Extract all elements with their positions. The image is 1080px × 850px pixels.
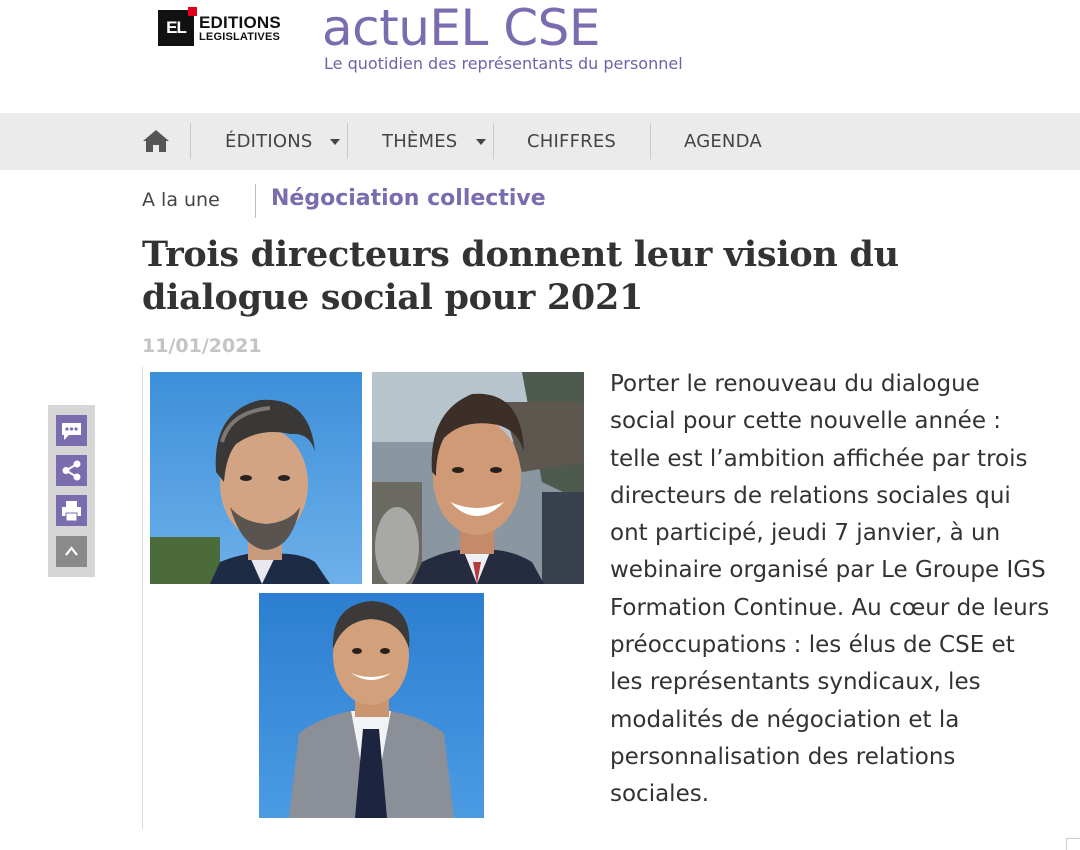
content-rule xyxy=(142,367,143,829)
portrait-photo-2 xyxy=(372,372,584,584)
nav-divider xyxy=(190,123,191,159)
scroll-top-icon[interactable] xyxy=(56,536,87,567)
main-nav: ÉDITIONS THÈMES CHIFFRES AGENDA xyxy=(0,113,1080,170)
portrait-photo-3 xyxy=(259,593,484,818)
nav-divider xyxy=(493,123,494,159)
logo-mark: EL xyxy=(158,7,197,46)
nav-item-agenda[interactable]: AGENDA xyxy=(684,113,762,170)
nav-item-editions[interactable]: ÉDITIONS xyxy=(225,113,313,170)
portrait-photo-1 xyxy=(150,372,362,584)
breadcrumb-category[interactable]: Négociation collective xyxy=(271,186,546,211)
breadcrumb-home[interactable]: A la une xyxy=(142,189,220,211)
logo-line-2: LEGISLATIVES xyxy=(199,30,281,43)
home-icon[interactable] xyxy=(142,129,170,153)
comment-icon[interactable] xyxy=(56,415,87,446)
nav-item-themes[interactable]: THÈMES xyxy=(382,113,457,170)
nav-divider xyxy=(650,123,651,159)
chevron-down-icon[interactable] xyxy=(476,139,486,145)
logo-wordmark: EDITIONS LEGISLATIVES xyxy=(199,14,281,43)
nav-divider xyxy=(347,123,348,159)
print-icon[interactable] xyxy=(56,495,87,526)
share-toolbar xyxy=(48,405,95,577)
nav-item-chiffres[interactable]: CHIFFRES xyxy=(527,113,616,170)
chevron-down-icon[interactable] xyxy=(330,139,340,145)
site-tagline: Le quotidien des représentants du person… xyxy=(324,54,683,73)
article-date: 11/01/2021 xyxy=(142,335,262,357)
site-title[interactable]: actuEL CSE xyxy=(322,0,601,56)
editions-legislatives-logo[interactable]: EL EDITIONS LEGISLATIVES xyxy=(158,7,281,46)
article-lead: Porter le renouveau du dialogue social p… xyxy=(610,371,1050,808)
breadcrumb-divider xyxy=(255,184,256,218)
share-icon[interactable] xyxy=(56,455,87,486)
corner-decoration xyxy=(1066,838,1080,850)
logo-line-1: EDITIONS xyxy=(199,12,281,32)
article-title: Trois directeurs donnent leur vision du … xyxy=(142,234,899,318)
